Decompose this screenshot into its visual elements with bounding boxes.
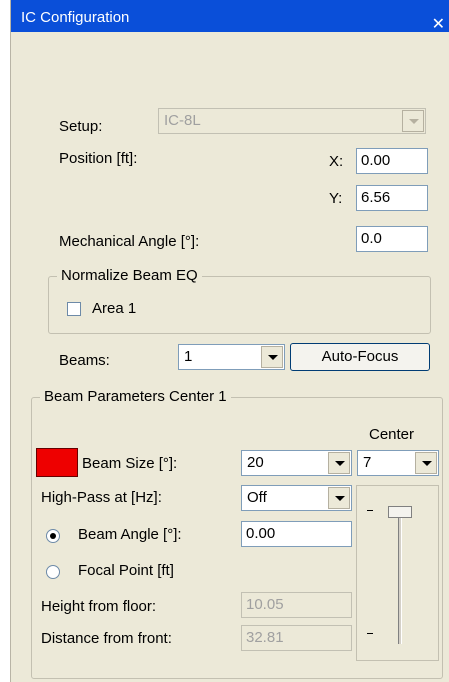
position-x-input[interactable]: 0.00 [356, 148, 428, 174]
normalize-beam-eq-legend: Normalize Beam EQ [57, 267, 202, 284]
high-pass-combobox[interactable]: Off [241, 485, 352, 511]
height-from-floor-input: 10.05 [241, 592, 352, 618]
center-slider-panel [356, 485, 439, 661]
mechanical-angle-input[interactable]: 0.0 [356, 226, 428, 252]
beam-parameters-legend: Beam Parameters Center 1 [40, 388, 231, 405]
chevron-down-icon[interactable] [415, 452, 437, 474]
slider-bottom-tick [367, 633, 373, 634]
setup-combobox: IC-8L [158, 108, 426, 134]
position-x-label: X: [329, 153, 344, 170]
center-value: 7 [363, 454, 372, 471]
high-pass-value: Off [247, 489, 267, 506]
mechanical-angle-label: Mechanical Angle [°]: [59, 233, 200, 250]
area-1-checkbox[interactable] [67, 302, 81, 316]
beam-angle-input[interactable]: 0.00 [241, 521, 352, 547]
beam-angle-radio[interactable] [46, 529, 60, 543]
auto-focus-button[interactable]: Auto-Focus [290, 343, 430, 371]
beam-size-label: Beam Size [°]: [82, 455, 178, 472]
center-combobox[interactable]: 7 [357, 450, 439, 476]
slider-top-tick [367, 510, 373, 511]
position-y-input[interactable]: 6.56 [356, 185, 428, 211]
area-1-label: Area 1 [92, 300, 137, 317]
beams-combobox[interactable]: 1 [178, 344, 285, 370]
slider-thumb[interactable] [388, 506, 412, 518]
chevron-down-icon[interactable] [328, 487, 350, 509]
beam-size-value: 20 [247, 454, 264, 471]
setup-label: Setup: [59, 118, 103, 135]
distance-from-front-label: Distance from front: [41, 630, 172, 647]
ic-configuration-dialog: IC Configuration ✕ Setup: IC-8L Position… [10, 0, 449, 682]
chevron-down-icon [402, 110, 424, 132]
focal-point-radio[interactable] [46, 565, 60, 579]
height-from-floor-label: Height from floor: [41, 598, 157, 615]
distance-from-front-input: 32.81 [241, 625, 352, 651]
setup-value: IC-8L [164, 112, 201, 129]
focal-point-label: Focal Point [ft] [78, 562, 174, 579]
beams-value: 1 [184, 348, 193, 365]
beams-label: Beams: [59, 352, 110, 369]
window-title: IC Configuration [21, 9, 130, 26]
position-y-label: Y: [329, 190, 343, 207]
chevron-down-icon[interactable] [261, 346, 283, 368]
title-bar[interactable]: IC Configuration ✕ [11, 0, 449, 34]
position-label: Position [ft]: [59, 150, 138, 167]
chevron-down-icon[interactable] [328, 452, 350, 474]
high-pass-label: High-Pass at [Hz]: [41, 489, 162, 506]
close-icon[interactable]: ✕ [432, 14, 445, 34]
beam-angle-label: Beam Angle [°]: [78, 526, 182, 543]
beam-color-swatch[interactable] [36, 448, 78, 477]
center-label: Center [369, 426, 415, 443]
beam-size-combobox[interactable]: 20 [241, 450, 352, 476]
slider-track[interactable] [398, 506, 402, 644]
